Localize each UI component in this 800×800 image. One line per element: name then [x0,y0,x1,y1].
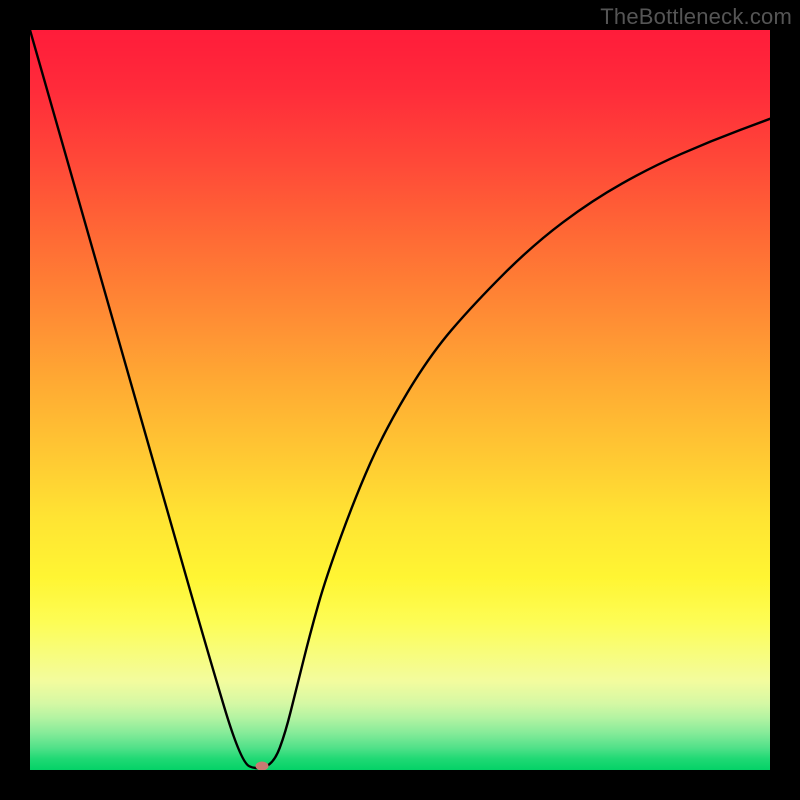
optimal-point-marker [255,762,268,770]
bottleneck-curve [30,30,770,770]
chart-frame [30,30,770,770]
watermark-text: TheBottleneck.com [600,4,792,30]
